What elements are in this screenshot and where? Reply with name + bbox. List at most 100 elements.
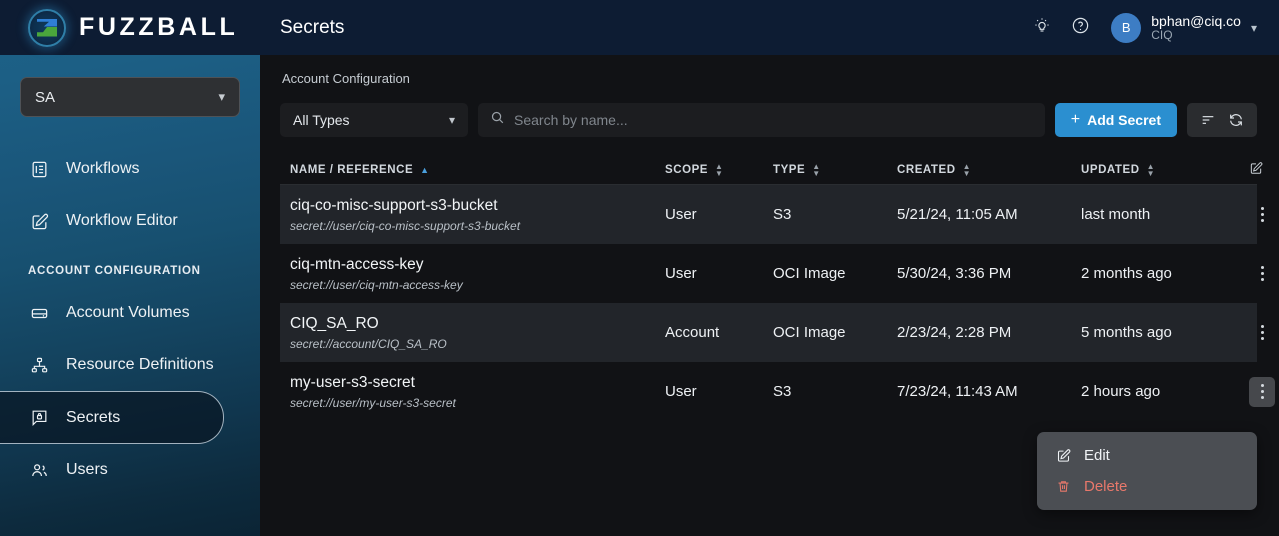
chevron-down-icon: ▾: [218, 89, 225, 104]
context-menu-item-delete[interactable]: Delete: [1037, 471, 1257, 502]
search-input[interactable]: [514, 112, 1033, 128]
cell-actions: [1249, 376, 1279, 407]
sidebar-item-workflows[interactable]: Workflows: [0, 143, 260, 195]
cell-updated: last month: [1081, 206, 1151, 223]
cell-scope: User: [665, 265, 697, 282]
hierarchy-icon: [28, 354, 50, 376]
sidebar-nav: Workflows Workflow Editor ACCOUNT CONFIG…: [0, 143, 260, 496]
secret-reference: secret://user/my-user-s3-secret: [290, 395, 456, 410]
column-header-scope[interactable]: SCOPE ▲ ▼: [665, 162, 773, 177]
cell-created: 5/21/24, 11:05 AM: [897, 206, 1018, 223]
sort-lines-icon[interactable]: [1196, 107, 1220, 133]
table-header-row: NAME / REFERENCE ▲ SCOPE ▲ ▼ TYPE ▲ ▼ CREA…: [280, 155, 1263, 185]
row-menu-button[interactable]: [1249, 259, 1275, 289]
pencil-square-icon[interactable]: [1249, 161, 1263, 178]
secret-reference: secret://user/ciq-mtn-access-key: [290, 277, 463, 292]
secret-lock-icon: [28, 407, 50, 429]
sidebar-item-resource-definitions[interactable]: Resource Definitions: [0, 339, 260, 391]
cell-name: ciq-mtn-access-key secret://user/ciq-mtn…: [280, 255, 665, 291]
row-menu-button[interactable]: [1249, 376, 1275, 407]
theme-toggle-button[interactable]: [1023, 9, 1061, 47]
context-menu-label: Edit: [1084, 447, 1110, 464]
add-secret-button[interactable]: + Add Secret: [1054, 103, 1177, 137]
refresh-icon[interactable]: [1224, 107, 1248, 133]
row-context-menu: Edit Delete: [1037, 432, 1257, 510]
column-header-label: NAME / REFERENCE: [290, 163, 414, 176]
toolbar: All Types ▾ + Add Secret: [280, 103, 1257, 137]
cell-updated: 2 hours ago: [1081, 383, 1161, 400]
pencil-square-icon: [28, 210, 50, 232]
row-menu-button[interactable]: [1249, 200, 1275, 230]
sort-neutral-icon: ▲ ▼: [1146, 161, 1156, 178]
cell-updated: 5 months ago: [1081, 324, 1172, 341]
sort-neutral-icon: ▲ ▼: [812, 161, 821, 178]
header-actions: B bphan@ciq.co CIQ ▾: [1023, 9, 1257, 47]
cell-updated: 2 months ago: [1081, 265, 1172, 282]
column-header-name[interactable]: NAME / REFERENCE ▲: [280, 164, 665, 176]
table-row[interactable]: ciq-mtn-access-key secret://user/ciq-mtn…: [280, 244, 1264, 303]
sidebar-item-label: Account Volumes: [66, 304, 190, 321]
cell-actions: [1249, 259, 1279, 289]
sort-neutral-icon: ▲ ▼: [962, 161, 972, 178]
cell-type: S3: [773, 383, 792, 400]
sidebar-item-label: Workflows: [66, 160, 140, 177]
cell-type: OCI Image: [773, 265, 846, 282]
fuzzball-logo-icon: [28, 8, 66, 47]
secret-name: ciq-co-misc-support-s3-bucket: [290, 197, 498, 215]
cell-actions: [1249, 200, 1279, 230]
secrets-table: NAME / REFERENCE ▲ SCOPE ▲ ▼ TYPE ▲ ▼ CREA…: [280, 155, 1275, 421]
breadcrumb: Account Configuration: [282, 71, 410, 86]
sidebar-item-secrets[interactable]: Secrets: [0, 391, 224, 444]
secret-reference: secret://account/CIQ_SA_RO: [290, 336, 447, 351]
table-row[interactable]: ciq-co-misc-support-s3-bucket secret://u…: [280, 185, 1264, 244]
user-menu[interactable]: bphan@ciq.co CIQ: [1151, 13, 1241, 43]
search-box[interactable]: [478, 103, 1045, 137]
page-title: Secrets: [280, 16, 345, 38]
column-header-updated[interactable]: UPDATED ▲ ▼: [1081, 161, 1249, 178]
row-menu-button[interactable]: [1249, 318, 1275, 348]
sidebar-item-users[interactable]: Users: [0, 444, 260, 496]
user-email: bphan@ciq.co: [1151, 12, 1241, 29]
sidebar-item-account-volumes[interactable]: Account Volumes: [0, 287, 260, 339]
table-row[interactable]: CIQ_SA_RO secret://account/CIQ_SA_RO Acc…: [280, 303, 1264, 362]
cell-name: CIQ_SA_RO secret://account/CIQ_SA_RO: [280, 314, 665, 350]
cell-name: my-user-s3-secret secret://user/my-user-…: [280, 373, 665, 409]
table-row[interactable]: my-user-s3-secret secret://user/my-user-…: [280, 362, 1275, 421]
column-header-label: TYPE: [773, 163, 806, 176]
context-menu-item-edit[interactable]: Edit: [1037, 440, 1257, 471]
context-menu-label: Delete: [1084, 478, 1128, 495]
cell-actions: [1249, 318, 1279, 348]
brand-logo[interactable]: FUZZBALL: [0, 0, 260, 55]
sidebar-item-label: Users: [66, 461, 108, 478]
column-header-actions: [1249, 161, 1271, 178]
plus-icon: +: [1070, 111, 1081, 128]
column-header-label: CREATED: [897, 163, 956, 176]
secret-reference: secret://user/ciq-co-misc-support-s3-buc…: [290, 218, 521, 233]
app-root: FUZZBALL SA ▾ Workflows Workflow Editor …: [0, 0, 1279, 536]
drive-icon: [28, 302, 50, 324]
sidebar-section-label: ACCOUNT CONFIGURATION: [28, 265, 201, 277]
column-header-label: SCOPE: [665, 163, 709, 176]
sidebar-item-label: Resource Definitions: [66, 356, 214, 373]
chevron-down-icon[interactable]: ▾: [1251, 21, 1257, 35]
avatar[interactable]: B: [1111, 12, 1142, 43]
lightbulb-icon: [1033, 16, 1051, 39]
help-button[interactable]: [1061, 9, 1099, 47]
question-circle-icon: [1071, 16, 1090, 40]
brand-name: FUZZBALL: [79, 13, 239, 41]
column-header-type[interactable]: TYPE ▲ ▼: [773, 161, 897, 178]
list-document-icon: [28, 158, 50, 180]
account-selector[interactable]: SA ▾: [20, 77, 240, 117]
cell-name: ciq-co-misc-support-s3-bucket secret://u…: [280, 196, 665, 232]
secret-name: ciq-mtn-access-key: [290, 256, 424, 274]
toolbar-icon-group: [1187, 103, 1257, 137]
column-header-created[interactable]: CREATED ▲ ▼: [897, 161, 1081, 178]
sidebar-item-label: Workflow Editor: [66, 212, 178, 229]
type-filter-select[interactable]: All Types ▾: [280, 103, 468, 137]
sidebar: FUZZBALL SA ▾ Workflows Workflow Editor …: [0, 0, 260, 536]
sort-ascending-icon: ▲: [420, 164, 430, 175]
cell-created: 2/23/24, 2:28 PM: [897, 324, 1012, 341]
cell-created: 7/23/24, 11:43 AM: [897, 383, 1018, 400]
type-filter-value: All Types: [293, 112, 350, 128]
sidebar-item-workflow-editor[interactable]: Workflow Editor: [0, 195, 260, 247]
